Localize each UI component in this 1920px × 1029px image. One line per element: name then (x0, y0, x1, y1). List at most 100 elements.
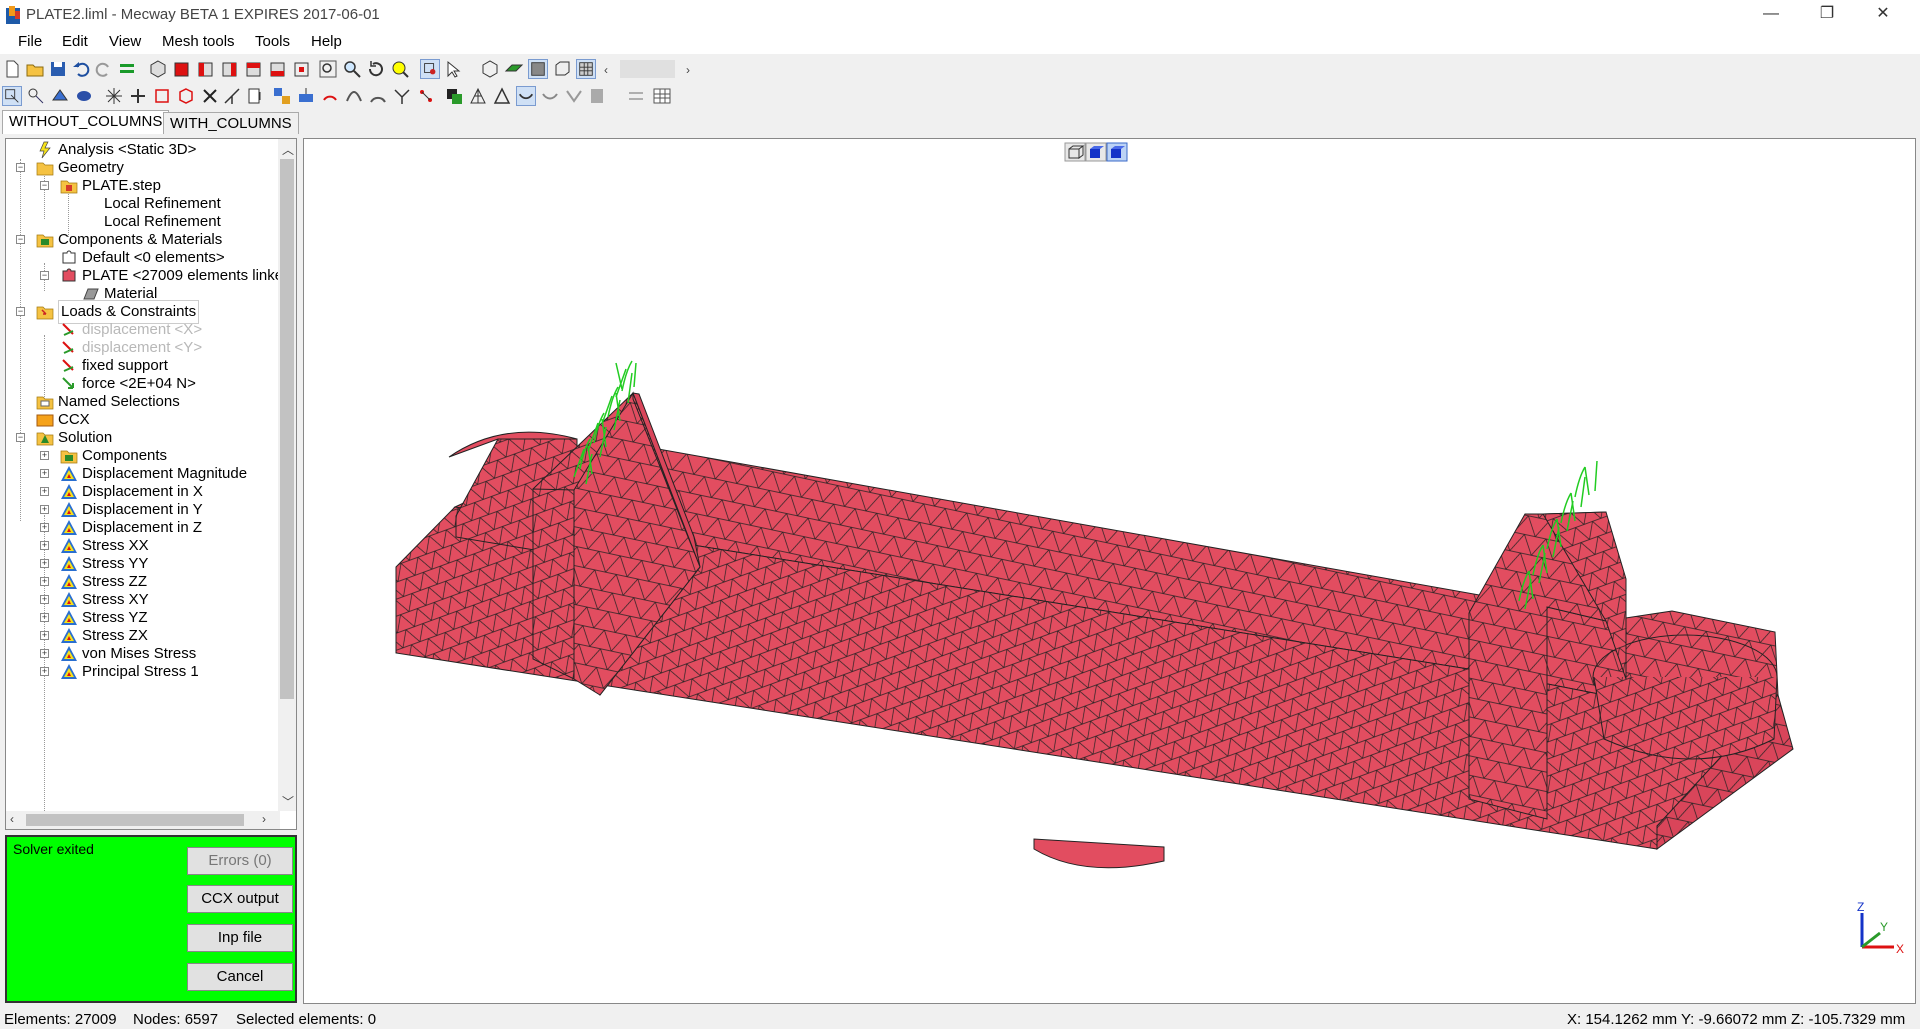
align-icon[interactable] (626, 86, 646, 106)
components-icon[interactable] (272, 86, 292, 106)
triangle-icon[interactable] (492, 86, 512, 106)
save-icon[interactable] (48, 59, 68, 79)
undo-icon[interactable] (71, 59, 91, 79)
shaded-edges-icon[interactable] (528, 59, 548, 79)
node-star-icon[interactable] (104, 86, 124, 106)
select-elements-icon[interactable] (26, 86, 46, 106)
wireframe-icon[interactable] (480, 59, 500, 79)
select-mode-icon[interactable] (420, 59, 440, 79)
refine-icon[interactable] (246, 86, 266, 106)
view-left-icon[interactable] (220, 59, 240, 79)
pan-icon[interactable] (390, 59, 410, 79)
errors-button[interactable]: Errors (0) (187, 847, 293, 875)
menu-file[interactable]: File (18, 33, 42, 50)
select-nodes-icon[interactable] (2, 86, 22, 106)
view-iso-icon[interactable] (148, 59, 168, 79)
close-button[interactable]: ✕ (1860, 0, 1906, 30)
collapse-icon[interactable]: − (16, 433, 25, 442)
red-square-icon[interactable] (152, 86, 172, 106)
scroll-down-icon[interactable]: ﹀ (282, 793, 294, 810)
expand-icon[interactable]: + (40, 469, 49, 478)
3d-viewport[interactable]: Z X Y (303, 138, 1916, 1004)
transform-icon[interactable] (444, 86, 464, 106)
cut-icon[interactable] (564, 86, 584, 106)
arc-icon[interactable] (368, 86, 388, 106)
new-file-icon[interactable] (2, 59, 22, 79)
expand-icon[interactable]: + (40, 613, 49, 622)
expand-icon[interactable]: + (40, 649, 49, 658)
sweep-icon[interactable] (344, 86, 364, 106)
collapse-icon[interactable]: − (16, 163, 25, 172)
expand-icon[interactable]: + (40, 505, 49, 514)
transparent-icon[interactable] (552, 59, 572, 79)
menu-mesh-tools[interactable]: Mesh tools (162, 33, 235, 50)
restore-button[interactable]: ❐ (1804, 0, 1850, 30)
cancel-button[interactable]: Cancel (187, 963, 293, 991)
select-volume-icon[interactable] (74, 86, 94, 106)
rotate-icon[interactable] (366, 59, 386, 79)
expand-icon[interactable]: + (40, 667, 49, 676)
scroll-up-icon[interactable]: ︿ (282, 141, 294, 158)
grid-dropdown-icon[interactable] (588, 86, 608, 106)
scroll-thumb[interactable] (26, 814, 244, 826)
toolbar-scroll-right-icon[interactable]: › (686, 63, 690, 77)
collapse-icon[interactable]: − (40, 271, 49, 280)
view-top-icon[interactable] (268, 59, 288, 79)
view-right-icon[interactable] (244, 59, 264, 79)
collapse-icon[interactable]: − (16, 235, 25, 244)
tab-with-columns[interactable]: WITH_COLUMNS (163, 112, 299, 134)
expand-icon[interactable]: + (40, 559, 49, 568)
expand-icon[interactable]: + (40, 487, 49, 496)
tree-vertical-scrollbar[interactable]: ︿ ﹀ (278, 139, 296, 811)
scroll-left-icon[interactable]: ‹ (10, 812, 14, 826)
collapse-icon[interactable]: − (40, 181, 49, 190)
tree-horizontal-scrollbar[interactable]: ‹ › (6, 811, 280, 829)
shell-icon[interactable] (540, 86, 560, 106)
expand-icon[interactable]: + (40, 577, 49, 586)
select-faces-icon[interactable] (50, 86, 70, 106)
toolbar-scroll-left-icon[interactable]: ‹ (604, 63, 608, 77)
collapse-icon[interactable]: − (16, 307, 25, 316)
delete-icon[interactable] (200, 86, 220, 106)
zoom-fit-icon[interactable] (318, 59, 338, 79)
plate-body[interactable] (395, 391, 1794, 869)
merge-icon[interactable] (392, 86, 412, 106)
minimize-button[interactable]: — (1748, 0, 1794, 30)
menu-view[interactable]: View (109, 33, 141, 50)
view-back-icon[interactable] (196, 59, 216, 79)
open-folder-icon[interactable] (25, 59, 45, 79)
surface-icon[interactable] (516, 86, 536, 106)
view-bottom-icon[interactable] (292, 59, 312, 79)
scroll-right-icon[interactable]: › (262, 812, 266, 826)
triangle-mesh-icon[interactable] (468, 86, 488, 106)
menu-edit[interactable]: Edit (62, 33, 88, 50)
split-icon[interactable] (222, 86, 242, 106)
expand-icon[interactable]: + (40, 631, 49, 640)
nodes-icon[interactable] (416, 86, 436, 106)
shaded-icon[interactable] (504, 59, 524, 79)
zoom-icon[interactable] (342, 59, 362, 79)
expand-icon[interactable]: + (40, 523, 49, 532)
select-dropdown-icon[interactable] (444, 59, 464, 79)
tab-without-columns[interactable]: WITHOUT_COLUMNS (2, 110, 170, 134)
node-count: Nodes: 6597 (133, 1011, 219, 1028)
expand-icon[interactable]: + (40, 451, 49, 460)
redo-icon[interactable] (94, 59, 114, 79)
layers-icon[interactable] (117, 59, 137, 79)
axis-z-label: Z (1857, 900, 1864, 914)
expand-icon[interactable]: + (40, 595, 49, 604)
ccx-output-button[interactable]: CCX output (187, 885, 293, 913)
revolve-icon[interactable] (320, 86, 340, 106)
menu-help[interactable]: Help (311, 33, 342, 50)
expand-icon[interactable]: + (40, 541, 49, 550)
menu-tools[interactable]: Tools (255, 33, 290, 50)
scroll-thumb[interactable] (280, 159, 294, 699)
inp-file-button[interactable]: Inp file (187, 924, 293, 952)
extrude-icon[interactable] (296, 86, 316, 106)
table-icon[interactable] (652, 86, 672, 106)
fe-model[interactable] (304, 139, 1915, 1003)
view-front-icon[interactable] (172, 59, 192, 79)
red-cube-icon[interactable] (176, 86, 196, 106)
mesh-grid-icon[interactable] (576, 59, 596, 79)
element-star-icon[interactable] (128, 86, 148, 106)
